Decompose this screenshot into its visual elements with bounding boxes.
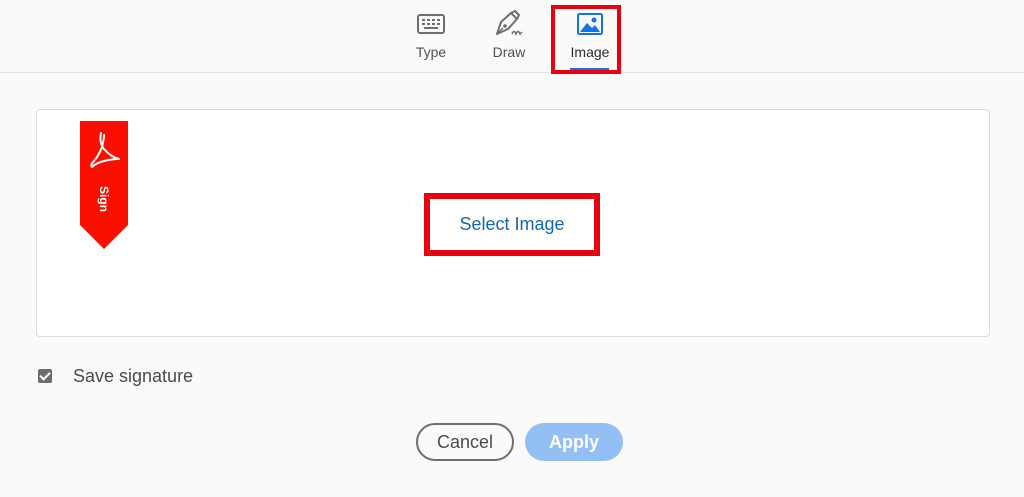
tab-draw-label: Draw xyxy=(492,44,526,60)
tab-image[interactable]: Image xyxy=(566,0,614,72)
select-image-highlight-box: Select Image xyxy=(424,193,600,256)
acrobat-sign-ribbon: Sign xyxy=(80,121,128,249)
keyboard-icon xyxy=(414,10,448,38)
selected-tab-indicator xyxy=(570,68,609,71)
save-signature-row: Save signature xyxy=(38,364,193,388)
signature-mode-tabbar: Type Draw Image xyxy=(0,0,1024,73)
image-icon xyxy=(573,10,607,38)
tab-type-label: Type xyxy=(415,44,447,60)
cancel-button[interactable]: Cancel xyxy=(416,423,514,461)
select-image-link[interactable]: Select Image xyxy=(459,214,564,235)
ribbon-sign-text: Sign xyxy=(97,186,111,212)
save-signature-checkbox[interactable] xyxy=(38,369,52,383)
tab-type[interactable]: Type xyxy=(410,0,452,72)
tab-image-label: Image xyxy=(570,44,610,60)
pen-draw-icon xyxy=(492,10,526,38)
apply-button[interactable]: Apply xyxy=(525,423,623,461)
save-signature-label: Save signature xyxy=(73,365,194,386)
tab-draw[interactable]: Draw xyxy=(488,0,530,72)
